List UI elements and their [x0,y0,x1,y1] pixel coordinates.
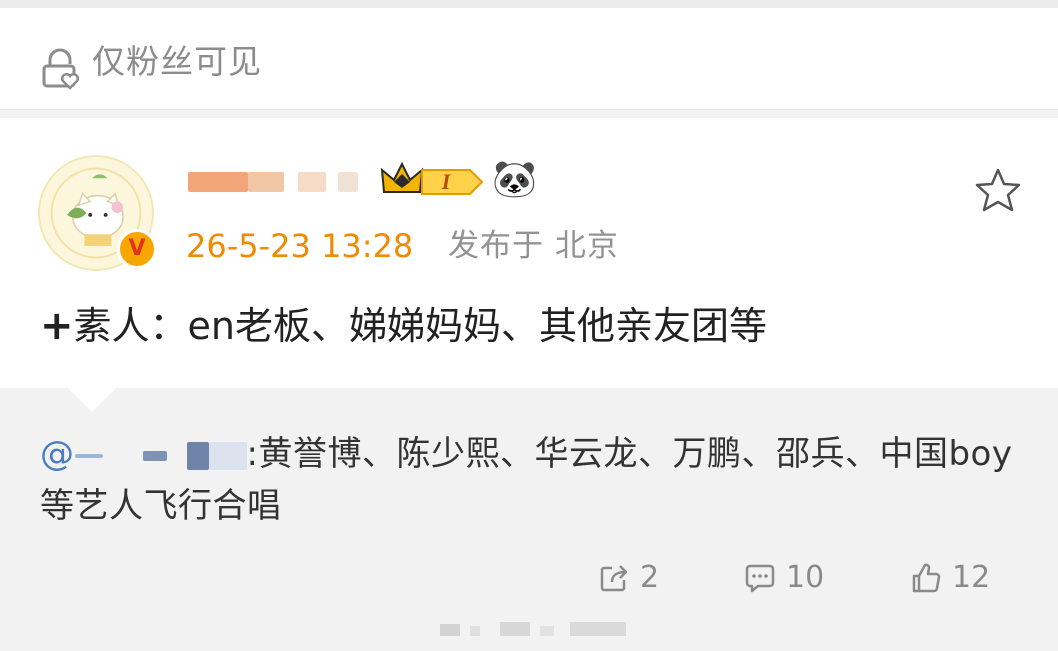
thumbs-up-icon [912,563,941,593]
mention-at: @ [40,434,75,474]
redacted-mention-part [74,453,103,458]
redacted-mention-part [142,450,167,461]
redacted-mention-part [166,441,187,470]
redacted-mention-part [208,441,247,470]
section-gap [0,110,1058,118]
post-time: 26-5-23 13:28 [186,227,414,265]
redacted-name-part [298,172,326,192]
like-button[interactable]: 12 [910,558,1000,598]
share-button[interactable]: 2 [598,558,668,598]
panda-emoji: 🐼 [492,159,537,200]
post-content: +素人：en老板、娣娣妈妈、其他亲友团等 [40,302,1020,350]
level-text: I [441,169,452,194]
author-name[interactable] [188,166,368,198]
mention-link[interactable]: @ [40,434,247,474]
like-count: 12 [952,560,991,595]
redacted-mention-part [103,442,143,470]
comment-button[interactable]: 10 [744,558,834,598]
comment-count: 10 [786,560,825,595]
share-count: 2 [640,560,660,595]
post-body-text: 素人：en老板、娣娣妈妈、其他亲友团等 [73,304,767,348]
repost-content: @:黄誉博、陈少熙、华云龙、万鹏、邵兵、中国boy等艺人飞行合唱 [40,428,1030,532]
post-location: 发布于 北京 [448,228,619,264]
star-icon[interactable] [972,166,1024,216]
verified-badge: V [117,229,157,269]
comment-icon [745,564,775,593]
redacted-name-part [338,172,358,192]
top-divider [0,0,1058,8]
lock-heart-icon [42,48,79,90]
redacted-name-part [248,172,284,192]
visibility-label: 仅粉丝可见 [92,42,262,81]
plus-sign: + [40,303,74,349]
share-icon [600,565,628,592]
membership-level-badge[interactable]: I [378,158,488,202]
redacted-footer [440,622,626,636]
repost-pointer [68,388,116,412]
redacted-name-part [188,172,248,192]
redacted-mention-part [186,441,209,470]
visibility-header: 仅粉丝可见 [0,8,1058,110]
